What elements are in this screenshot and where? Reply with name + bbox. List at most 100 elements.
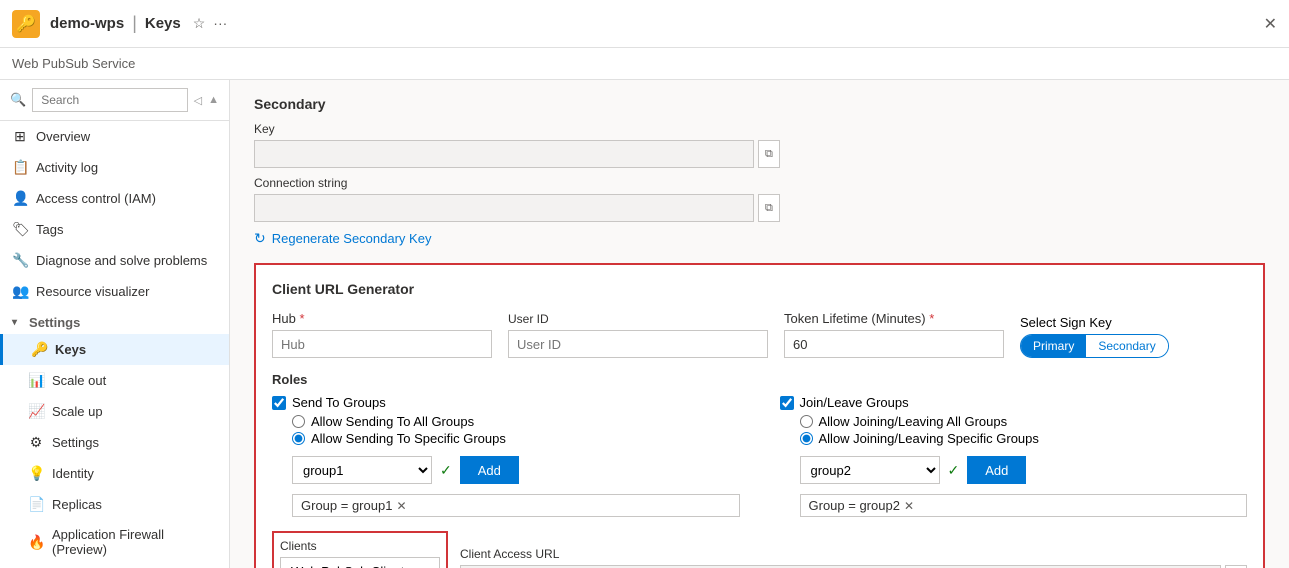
content-inner: Secondary Key ⧉ Connection string ⧉ ↻ Re… (230, 80, 1289, 568)
more-icon[interactable]: ··· (213, 15, 227, 32)
connection-string-label: Connection string (254, 176, 1265, 190)
content-area: Secondary Key ⧉ Connection string ⧉ ↻ Re… (230, 80, 1289, 568)
connection-string-row: ⧉ (254, 194, 1265, 222)
allow-joining-specific-radio-row: Allow Joining/Leaving Specific Groups (800, 431, 1248, 446)
join-leave-groups-role: Join/Leave Groups Allow Joining/Leaving … (780, 395, 1248, 517)
secondary-title: Secondary (254, 96, 1265, 112)
app-icon: 🔑 (12, 10, 40, 38)
secondary-section: Secondary Key ⧉ Connection string ⧉ ↻ Re… (254, 96, 1265, 247)
sidebar-item-label: Replicas (52, 497, 102, 512)
sidebar-item-resource-viz[interactable]: 👥 Resource visualizer (0, 276, 229, 307)
sidebar-item-activity-log[interactable]: 📋 Activity log (0, 152, 229, 183)
userid-input[interactable] (508, 330, 768, 358)
copy-key-button[interactable]: ⧉ (758, 140, 780, 168)
app-name: demo-wps (50, 15, 124, 32)
url-group: Client Access URL ⧉ (460, 547, 1247, 568)
sidebar-item-access-control[interactable]: 👤 Access control (IAM) (0, 183, 229, 214)
sidebar-item-label: Access control (IAM) (36, 191, 156, 206)
allow-sending-specific-radio[interactable] (292, 432, 305, 445)
right-group-select[interactable]: group2 (800, 456, 940, 484)
search-input[interactable] (32, 88, 187, 112)
activity-log-icon: 📋 (12, 159, 28, 176)
sidebar-item-scale-out[interactable]: 📊 Scale out (0, 365, 229, 396)
left-group-checkmark: ✓ (440, 462, 452, 479)
collapse-icon[interactable]: ◁ (194, 94, 202, 107)
sidebar-item-keys[interactable]: 🔑 Keys (0, 334, 229, 365)
title-actions: ☆ ··· (193, 15, 228, 32)
send-to-groups-checkbox[interactable] (272, 396, 286, 410)
favorite-icon[interactable]: ☆ (193, 15, 206, 32)
right-group-tag-label: Group = group2 (809, 498, 900, 513)
allow-joining-specific-label: Allow Joining/Leaving Specific Groups (819, 431, 1039, 446)
right-add-group-button[interactable]: Add (967, 456, 1026, 484)
copy-connection-button[interactable]: ⧉ (758, 194, 780, 222)
token-input[interactable] (784, 330, 1004, 358)
sidebar-item-networking[interactable]: 🌐 Networking (0, 564, 229, 568)
url-label: Client Access URL (460, 547, 1247, 561)
scroll-up-icon[interactable]: ▲ (208, 94, 219, 106)
right-group-add-row: group2 ✓ Add (780, 456, 1248, 484)
sidebar: 🔍 ◁ ▲ ⊞ Overview 📋 Activity log 👤 Access… (0, 80, 230, 568)
key-label: Key (254, 122, 1265, 136)
secondary-sign-key-button[interactable]: Secondary (1086, 335, 1167, 357)
sidebar-item-overview[interactable]: ⊞ Overview (0, 121, 229, 152)
right-group-tag-remove[interactable]: ✕ (904, 499, 914, 513)
client-url-title: Client URL Generator (272, 281, 1247, 297)
send-to-groups-sub: Allow Sending To All Groups Allow Sendin… (272, 414, 740, 446)
send-to-groups-label: Send To Groups (292, 395, 386, 410)
title-bar: 🔑 demo-wps | Keys ☆ ··· ✕ (0, 0, 1289, 48)
scale-out-icon: 📊 (28, 372, 44, 389)
hub-required: * (296, 311, 305, 326)
allow-sending-all-label: Allow Sending To All Groups (311, 414, 474, 429)
roles-grid: Send To Groups Allow Sending To All Grou… (272, 395, 1247, 517)
settings-icon: ⚙ (28, 434, 44, 451)
page-title: Keys (145, 15, 181, 32)
sidebar-search-container: 🔍 ◁ ▲ (0, 80, 229, 121)
right-group-checkmark: ✓ (948, 462, 960, 479)
close-icon[interactable]: ✕ (1264, 14, 1277, 34)
token-required: * (926, 311, 935, 326)
hub-input[interactable] (272, 330, 492, 358)
primary-sign-key-button[interactable]: Primary (1021, 335, 1086, 357)
join-leave-groups-check: Join/Leave Groups (780, 395, 1248, 410)
secondary-key-input[interactable] (254, 140, 754, 168)
sidebar-item-scale-up[interactable]: 📈 Scale up (0, 396, 229, 427)
hub-group: Hub * (272, 311, 492, 358)
allow-joining-specific-radio[interactable] (800, 432, 813, 445)
allow-sending-specific-label: Allow Sending To Specific Groups (311, 431, 506, 446)
sidebar-item-tags[interactable]: 🏷 Tags (0, 214, 229, 245)
userid-group: User ID (508, 312, 768, 358)
sidebar-item-label: Settings (52, 435, 99, 450)
join-leave-groups-checkbox[interactable] (780, 396, 794, 410)
key-input-row: ⧉ (254, 140, 1265, 168)
left-group-tag-remove[interactable]: ✕ (396, 499, 406, 513)
scale-up-icon: 📈 (28, 403, 44, 420)
sidebar-item-settings[interactable]: ⚙ Settings (0, 427, 229, 458)
allow-joining-all-label: Allow Joining/Leaving All Groups (819, 414, 1008, 429)
sidebar-item-label: Diagnose and solve problems (36, 253, 207, 268)
sidebar-item-identity[interactable]: 💡 Identity (0, 458, 229, 489)
resource-viz-icon: 👥 (12, 283, 28, 300)
sidebar-item-app-firewall[interactable]: 🔥 Application Firewall (Preview) (0, 520, 229, 564)
join-leave-groups-label: Join/Leave Groups (800, 395, 909, 410)
sidebar-item-label: Scale out (52, 373, 106, 388)
left-add-group-button[interactable]: Add (460, 456, 519, 484)
replicas-icon: 📄 (28, 496, 44, 513)
sidebar-item-label: Application Firewall (Preview) (52, 527, 217, 557)
connection-string-input[interactable] (254, 194, 754, 222)
allow-joining-all-radio[interactable] (800, 415, 813, 428)
app-firewall-icon: 🔥 (28, 534, 44, 551)
left-group-tag-label: Group = group1 (301, 498, 392, 513)
left-group-add-row: group1 ✓ Add (272, 456, 740, 484)
regenerate-secondary-button[interactable]: ↻ Regenerate Secondary Key (254, 230, 431, 247)
left-group-tag: Group = group1 ✕ (292, 494, 740, 517)
sidebar-item-replicas[interactable]: 📄 Replicas (0, 489, 229, 520)
regenerate-label: Regenerate Secondary Key (272, 231, 432, 246)
userid-label: User ID (508, 312, 768, 326)
sidebar-item-diagnose[interactable]: 🔧 Diagnose and solve problems (0, 245, 229, 276)
allow-sending-all-radio[interactable] (292, 415, 305, 428)
clients-select[interactable]: Web PubSub Client (280, 557, 440, 568)
sidebar-item-label: Scale up (52, 404, 103, 419)
left-group-select[interactable]: group1 (292, 456, 432, 484)
section-label: Settings (29, 315, 80, 330)
